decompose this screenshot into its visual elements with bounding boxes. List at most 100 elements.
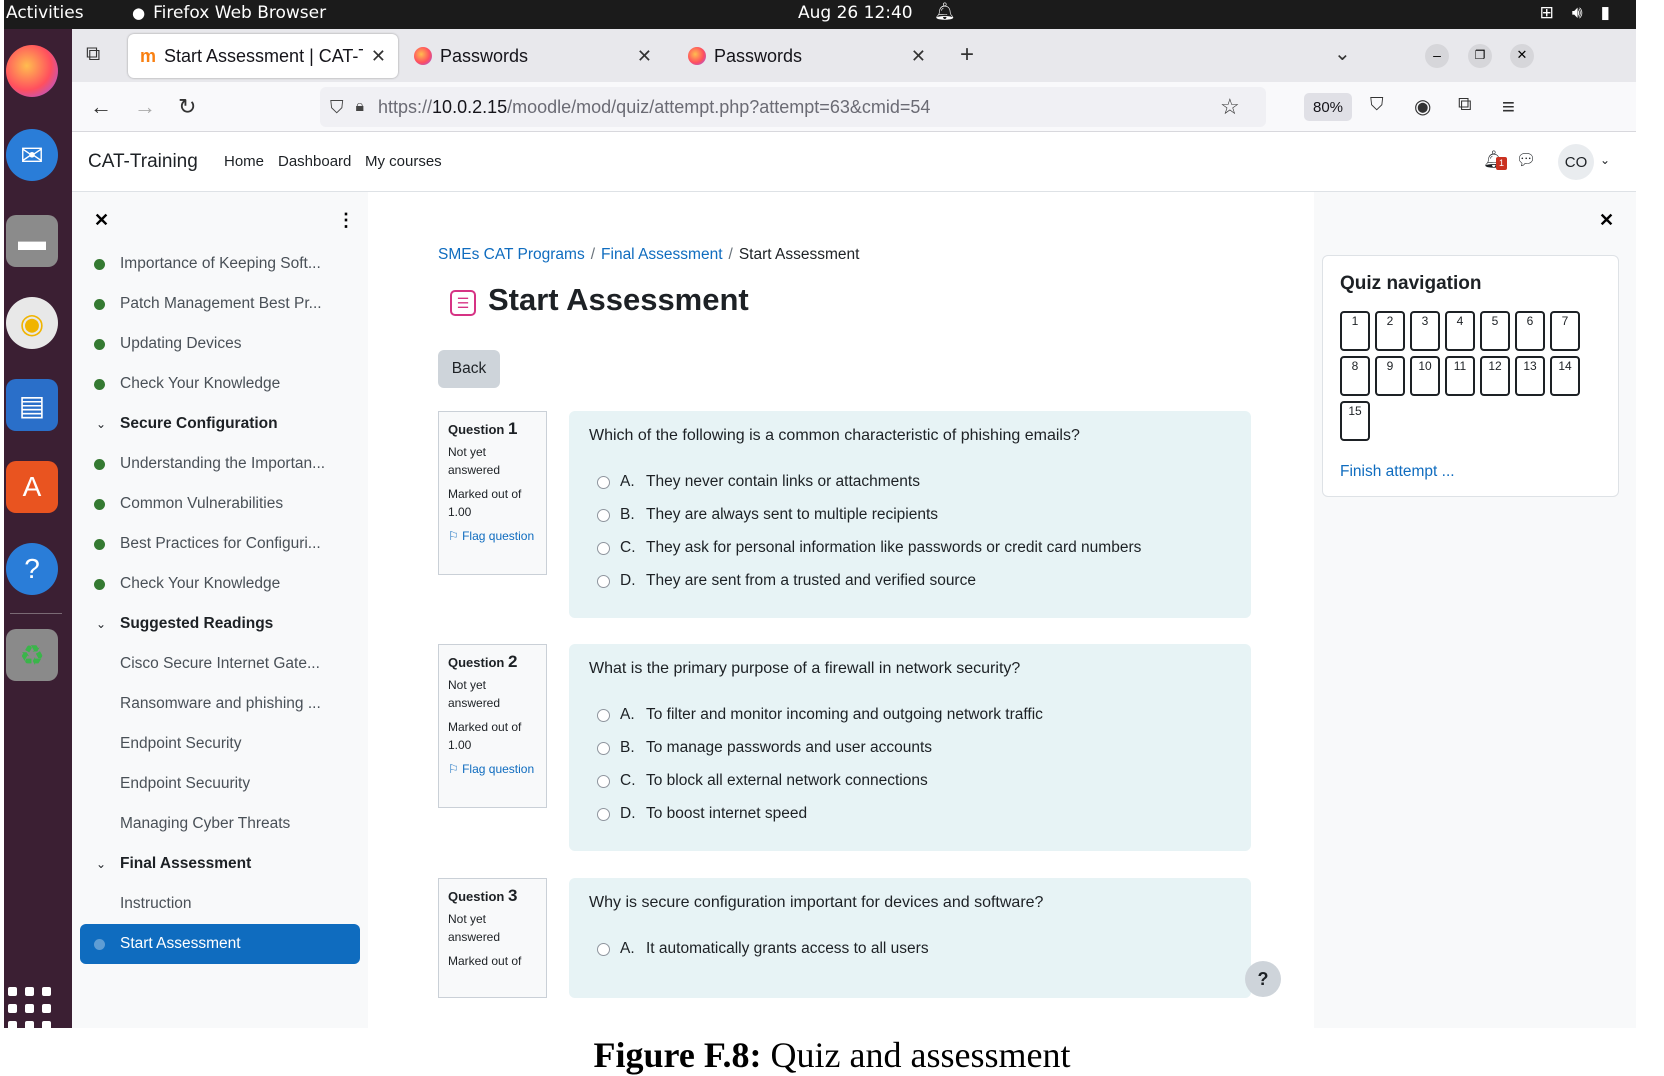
answer-option[interactable]: A. They never contain links or attachment… <box>597 473 920 491</box>
answer-radio[interactable] <box>597 774 610 788</box>
trash-icon[interactable]: ♻ <box>6 629 58 681</box>
breadcrumb-item[interactable]: Final Assessment <box>601 246 722 263</box>
tab-passwords-1[interactable]: Passwords ✕ <box>402 34 664 78</box>
account-icon[interactable]: ◉ <box>1414 94 1431 119</box>
tab-overview-icon[interactable]: ⧉ <box>86 43 100 66</box>
answer-option[interactable]: C. They ask for personal information like… <box>597 539 1141 557</box>
menu-my-courses[interactable]: My courses <box>365 153 442 170</box>
flag-question-link[interactable]: ⚐ Flag question <box>448 760 537 778</box>
close-drawer-icon[interactable]: ✕ <box>1599 210 1614 231</box>
quiz-nav-button[interactable]: 9 <box>1375 356 1405 396</box>
close-window-icon[interactable]: ✕ <box>1510 44 1534 68</box>
new-tab-icon[interactable]: + <box>960 41 974 69</box>
course-activity[interactable]: Endpoint Secuurity <box>88 764 360 804</box>
quiz-nav-button[interactable]: 12 <box>1480 356 1510 396</box>
quiz-nav-button[interactable]: 6 <box>1515 311 1545 351</box>
quiz-nav-button[interactable]: 14 <box>1550 356 1580 396</box>
course-activity[interactable]: Ransomware and phishing ... <box>88 684 360 724</box>
finish-attempt-link[interactable]: Finish attempt ... <box>1340 463 1455 481</box>
more-options-icon[interactable]: ⋮ <box>337 210 355 231</box>
back-arrow-icon[interactable]: ← <box>90 94 112 120</box>
answer-radio[interactable] <box>597 942 610 956</box>
system-tray[interactable]: ⊞ 🔊︎ ▮ <box>1540 3 1610 23</box>
shield-icon[interactable]: ⛉ <box>330 97 344 118</box>
answer-radio[interactable] <box>597 475 610 489</box>
back-button[interactable]: Back <box>438 350 500 388</box>
course-activity[interactable]: Check Your Knowledge <box>88 364 360 404</box>
menu-home[interactable]: Home <box>224 153 264 170</box>
tab-passwords-2[interactable]: Passwords ✕ <box>676 34 938 78</box>
minimize-icon[interactable]: – <box>1425 44 1449 68</box>
answer-option[interactable]: B. To manage passwords and user accounts <box>597 739 932 757</box>
help-icon[interactable]: ? <box>1245 961 1281 997</box>
extensions-icon[interactable]: ⧉ <box>1458 94 1472 116</box>
quiz-nav-button[interactable]: 11 <box>1445 356 1475 396</box>
course-activity[interactable]: Instruction <box>88 884 360 924</box>
answer-radio[interactable] <box>597 541 610 555</box>
course-activity[interactable]: Managing Cyber Threats <box>88 804 360 844</box>
chevron-down-icon[interactable]: ⌄ <box>96 617 106 631</box>
help-launcher-icon[interactable]: ? <box>6 543 58 595</box>
answer-option[interactable]: A. It automatically grants access to all … <box>597 940 929 958</box>
firefox-launcher-icon[interactable] <box>6 45 58 97</box>
user-menu-chevron-icon[interactable]: ⌄ <box>1600 153 1610 167</box>
writer-launcher-icon[interactable]: ▤ <box>6 379 58 431</box>
chevron-down-icon[interactable]: ⌄ <box>96 417 106 431</box>
course-activity[interactable]: Best Practices for Configuri... <box>88 524 360 564</box>
answer-radio[interactable] <box>597 574 610 588</box>
quiz-nav-button[interactable]: 3 <box>1410 311 1440 351</box>
answer-radio[interactable] <box>597 741 610 755</box>
menu-dashboard[interactable]: Dashboard <box>278 153 351 170</box>
course-activity[interactable]: Understanding the Importan... <box>88 444 360 484</box>
course-activity[interactable]: Updating Devices <box>88 324 360 364</box>
answer-option[interactable]: D. They are sent from a trusted and verif… <box>597 572 976 590</box>
files-launcher-icon[interactable]: ▬ <box>6 215 58 267</box>
course-section[interactable]: ⌄ Suggested Readings <box>88 604 360 644</box>
close-tab-icon[interactable]: ✕ <box>637 46 652 67</box>
answer-option[interactable]: A. To filter and monitor incoming and out… <box>597 706 1043 724</box>
tab-start-assessment[interactable]: m Start Assessment | CAT-T ✕ <box>128 34 398 78</box>
pocket-icon[interactable]: ⛉ <box>1370 94 1384 115</box>
quiz-nav-button[interactable]: 5 <box>1480 311 1510 351</box>
quiz-nav-button[interactable]: 10 <box>1410 356 1440 396</box>
course-activity[interactable]: Endpoint Security <box>88 724 360 764</box>
flag-question-link[interactable]: ⚐ Flag question <box>448 527 537 545</box>
user-avatar[interactable]: CO <box>1558 144 1594 180</box>
quiz-nav-button[interactable]: 1 <box>1340 311 1370 351</box>
course-section[interactable]: ⌄ Final Assessment <box>88 844 360 884</box>
close-tab-icon[interactable]: ✕ <box>371 46 386 67</box>
close-tab-icon[interactable]: ✕ <box>911 46 926 67</box>
close-drawer-icon[interactable]: ✕ <box>94 210 109 231</box>
answer-option[interactable]: D. To boost internet speed <box>597 805 807 823</box>
thunderbird-launcher-icon[interactable]: ✉ <box>6 129 58 181</box>
url-bar[interactable]: ⛉ 🔒︎ https://10.0.2.15/moodle/mod/quiz/a… <box>320 87 1266 127</box>
quiz-nav-button[interactable]: 2 <box>1375 311 1405 351</box>
quiz-nav-button[interactable]: 7 <box>1550 311 1580 351</box>
reload-icon[interactable]: ↻ <box>178 94 196 120</box>
app-center-launcher-icon[interactable]: A <box>6 461 58 513</box>
rhythmbox-launcher-icon[interactable]: ◉ <box>6 297 58 349</box>
site-brand[interactable]: CAT-Training <box>88 151 198 173</box>
answer-radio[interactable] <box>597 807 610 821</box>
messages-icon[interactable]: 💬︎ <box>1516 150 1536 170</box>
restore-icon[interactable]: ❐ <box>1468 44 1492 68</box>
show-apps-icon[interactable] <box>8 987 52 1028</box>
course-activity[interactable]: Common Vulnerabilities <box>88 484 360 524</box>
zoom-indicator[interactable]: 80% <box>1304 93 1352 121</box>
breadcrumb-item[interactable]: SMEs CAT Programs <box>438 246 585 263</box>
activities-button[interactable]: Activities <box>6 3 84 23</box>
lock-icon[interactable]: 🔒︎ <box>356 98 365 116</box>
chevron-down-icon[interactable]: ⌄ <box>96 857 106 871</box>
course-section[interactable]: ⌄ Secure Configuration <box>88 404 360 444</box>
app-menu[interactable]: ● Firefox Web Browser <box>132 3 326 23</box>
answer-option[interactable]: B. They are always sent to multiple recip… <box>597 506 938 524</box>
course-activity[interactable]: Start Assessment <box>80 924 360 964</box>
clock[interactable]: Aug 26 12:40 <box>798 3 913 23</box>
course-activity[interactable]: Check Your Knowledge <box>88 564 360 604</box>
quiz-nav-button[interactable]: 8 <box>1340 356 1370 396</box>
hamburger-menu-icon[interactable]: ≡ <box>1502 94 1515 120</box>
answer-option[interactable]: C. To block all external network connecti… <box>597 772 928 790</box>
quiz-nav-button[interactable]: 13 <box>1515 356 1545 396</box>
bookmark-star-icon[interactable]: ☆ <box>1220 94 1240 120</box>
course-activity[interactable]: Patch Management Best Pr... <box>88 284 360 324</box>
